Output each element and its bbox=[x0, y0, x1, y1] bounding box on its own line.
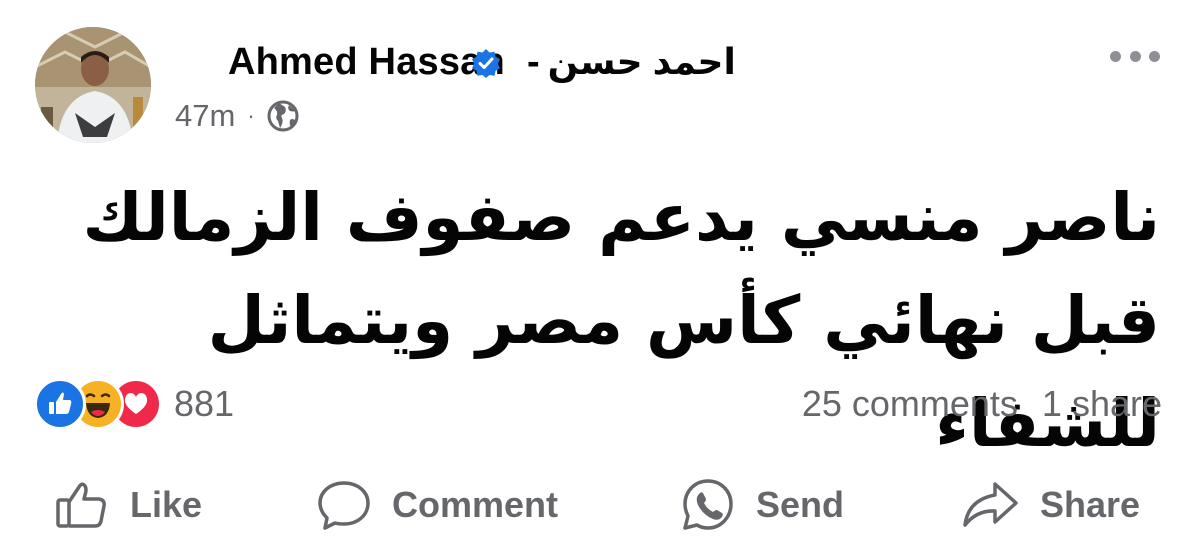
avatar-photo bbox=[35, 27, 151, 143]
author-name[interactable]: Ahmed Hassan bbox=[228, 41, 505, 84]
share-arrow-icon bbox=[963, 482, 1018, 527]
comment-label: Comment bbox=[392, 484, 559, 525]
author-name-arabic[interactable]: احمد حسن bbox=[548, 41, 736, 83]
share-button[interactable]: Share bbox=[960, 470, 1140, 540]
author-separator: - bbox=[526, 40, 540, 83]
post-text-line: قبل نهائي كأس مصر ويتماثل للشفاء bbox=[207, 282, 1160, 462]
whatsapp-icon bbox=[683, 479, 733, 530]
globe-icon[interactable] bbox=[265, 98, 301, 134]
send-button[interactable]: Send bbox=[680, 470, 844, 540]
post-meta: 47m · bbox=[175, 96, 301, 136]
share-label: Share bbox=[1040, 484, 1141, 525]
like-reaction-icon bbox=[34, 378, 86, 430]
comment-button[interactable]: Comment bbox=[316, 470, 558, 540]
like-button[interactable]: Like bbox=[54, 470, 202, 540]
shares-count-link[interactable]: 1 share bbox=[1042, 383, 1162, 425]
more-dot bbox=[1129, 50, 1141, 62]
more-dot bbox=[1110, 50, 1121, 62]
comments-count-link[interactable]: 25 comments bbox=[802, 383, 1018, 425]
reactions-summary[interactable]: 881 bbox=[34, 378, 235, 430]
meta-separator-dot: · bbox=[247, 103, 255, 128]
verified-badge-icon bbox=[471, 48, 501, 78]
more-dot bbox=[1149, 50, 1160, 62]
send-label: Send bbox=[756, 484, 845, 525]
post-header-author: Ahmed Hassan - احمد حسن bbox=[228, 38, 736, 86]
author-avatar[interactable] bbox=[35, 27, 151, 143]
post-text-line: ناصر منسي يدعم صفوف الزمالك bbox=[82, 179, 1160, 256]
engagement-summary: 25 comments 1 share bbox=[802, 380, 1162, 428]
more-dots-icon[interactable] bbox=[1110, 36, 1160, 76]
post-body: ناصر منسي يدعم صفوف الزمالك قبل نهائي كأ… bbox=[40, 166, 1160, 475]
post-action-bar: Like Comment Send Share bbox=[0, 470, 1200, 540]
comment-bubble-icon bbox=[318, 481, 370, 530]
thumbs-up-icon bbox=[56, 482, 106, 528]
like-label: Like bbox=[130, 484, 203, 525]
reaction-count: 881 bbox=[174, 383, 235, 424]
post-timestamp[interactable]: 47m bbox=[175, 98, 235, 134]
